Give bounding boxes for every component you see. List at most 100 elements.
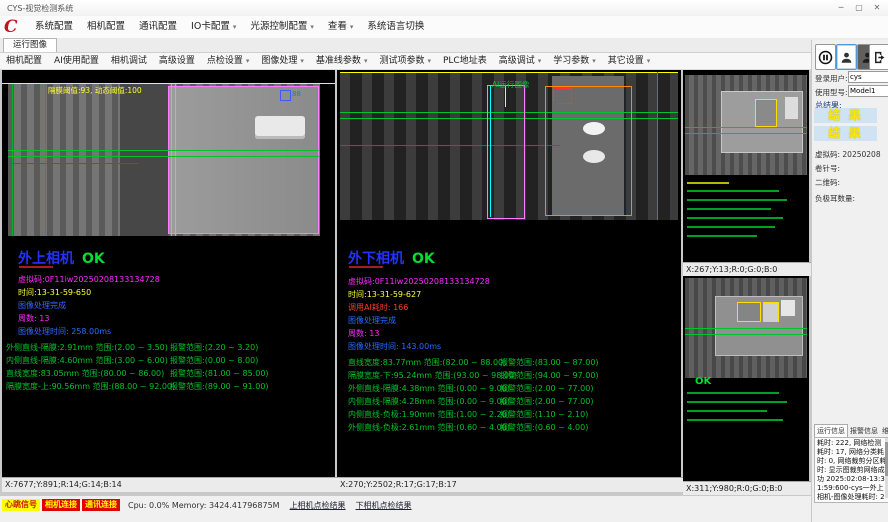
measurement-row: 隔膜宽度-下:95.24mm 范围:(93.00 ~ 98.00)报警范围:(9… xyxy=(348,370,678,383)
cyan-vline xyxy=(490,85,491,217)
model-input[interactable] xyxy=(848,85,888,97)
red-roi-box xyxy=(553,88,572,104)
login-user-button[interactable] xyxy=(836,44,857,70)
heartbeat-badge: 心跳信号 xyxy=(2,499,40,511)
yellow-roi-box xyxy=(755,99,777,127)
middle-camera-image[interactable]: AI运行图像 xyxy=(340,72,678,220)
menu-view[interactable]: 查看 xyxy=(321,16,361,38)
tool-image-process[interactable]: 图像处理 xyxy=(255,53,310,69)
cpu-memory-readout: Cpu: 0.0% Memory: 3424.41796875M xyxy=(128,501,280,510)
tab-run-info[interactable]: 运行信息 xyxy=(814,424,848,437)
measurement-row: 内侧直线-隔膜:4.28mm 范围:(0.00 ~ 9.00)报警范围:(2.0… xyxy=(348,396,678,409)
text-line xyxy=(687,182,729,184)
measurement-row: 直线宽度:83.05mm 范围:(80.00 ~ 86.00)报警范围:(81.… xyxy=(6,368,332,381)
user-icon xyxy=(839,50,854,65)
process-done-line: 图像处理完成 xyxy=(348,315,396,326)
lower-camera-check-link[interactable]: 下相机点检结果 xyxy=(356,500,412,511)
yellow-roi-box xyxy=(737,302,761,322)
measurement-row: 直线宽度:83.77mm 范围:(82.00 ~ 88.00)报警范围:(83.… xyxy=(348,357,678,370)
tab-code-info[interactable]: 维码信息 xyxy=(880,425,888,437)
menu-comm-config[interactable]: 通讯配置 xyxy=(132,16,184,38)
thumb-top-image[interactable] xyxy=(685,75,807,175)
magenta-roi-box xyxy=(487,85,525,219)
tool-plc-address[interactable]: PLC地址表 xyxy=(437,53,493,69)
measurement-row: 隔膜宽度-上:90.56mm 范围:(88.00 ~ 92.00)报警范围:(8… xyxy=(6,381,332,394)
menu-system-config[interactable]: 系统配置 xyxy=(28,16,80,38)
login-user-input[interactable] xyxy=(848,71,888,83)
close-icon[interactable]: ✕ xyxy=(868,1,886,14)
yellow-roi-box xyxy=(763,302,779,322)
thumb-bottom-pixel-coords: X:311;Y:980;R:0;G:0;B:0 xyxy=(683,481,812,495)
pin-number-label: 卷针号: xyxy=(815,163,840,174)
menu-language-switch[interactable]: 系统语言切换 xyxy=(360,16,431,38)
process-done-line: 图像处理完成 xyxy=(18,300,66,311)
text-line xyxy=(687,190,779,192)
menu-light-config[interactable]: 光源控制配置 xyxy=(243,16,321,38)
green-hline xyxy=(8,156,320,157)
left-panel-title: 外上相机OK xyxy=(18,248,105,268)
minimize-icon[interactable]: ─ xyxy=(832,1,850,14)
login-user-label: 登录用户: xyxy=(815,73,848,84)
middle-camera-panel: AI运行图像 外下相机OK 虚拟码:0F11iw2025020813313472… xyxy=(337,70,681,477)
maximize-icon[interactable]: ▢ xyxy=(850,1,868,14)
exit-button[interactable] xyxy=(869,44,888,70)
upper-camera-check-link[interactable]: 上相机点检结果 xyxy=(290,500,346,511)
info-tabs: 运行信息报警信息维码信息 xyxy=(814,424,888,437)
tool-other-settings[interactable]: 其它设置 xyxy=(602,53,657,69)
text-line xyxy=(687,410,767,412)
thumb-top-pixel-coords: X:267;Y:13;R:0;G:0;B:0 xyxy=(683,262,812,276)
left-camera-image[interactable]: 隔膜阈值:93, 动态阈值:100 88 xyxy=(8,84,320,236)
connector-part xyxy=(255,116,305,139)
tab-alarm-info[interactable]: 报警信息 xyxy=(848,425,880,437)
tool-spot-check[interactable]: 点检设置 xyxy=(201,53,256,69)
thumb-top-panel xyxy=(683,70,809,262)
cycle-line: 周数: 13 xyxy=(18,313,49,324)
tool-advanced-debug[interactable]: 高级调试 xyxy=(493,53,548,69)
result-box-2: 结 果 xyxy=(814,126,877,141)
dark-band xyxy=(120,84,168,236)
menu-camera-config[interactable]: 相机配置 xyxy=(80,16,132,38)
measurement-row: 外侧直线-隔膜:4.38mm 范围:(0.00 ~ 9.00)报警范围:(2.0… xyxy=(348,383,678,396)
tool-advanced-settings[interactable]: 高级设置 xyxy=(153,53,201,69)
process-time-line: 图像处理时间: 143.00ms xyxy=(348,341,441,352)
green-hline xyxy=(340,145,560,146)
process-time-line: 图像处理时间: 258.00ms xyxy=(18,326,111,337)
tool-test-params[interactable]: 测试项参数 xyxy=(373,53,437,69)
small-red-text-line xyxy=(349,266,383,268)
thumb-bottom-image[interactable] xyxy=(685,278,807,378)
green-hline xyxy=(685,334,807,335)
tool-camera-debug[interactable]: 相机调试 xyxy=(105,53,153,69)
tool-baseline-params[interactable]: 基准线参数 xyxy=(310,53,374,69)
ai-run-overlay-text: AI运行图像 xyxy=(492,79,529,90)
yellow-hline xyxy=(2,83,335,84)
text-line xyxy=(687,208,771,210)
camera-name: 外上相机 xyxy=(18,251,74,267)
text-line xyxy=(687,419,783,421)
status-bar: 心跳信号 相机连接 通讯连接 Cpu: 0.0% Memory: 3424.41… xyxy=(0,496,811,514)
tool-ai-use-config[interactable]: AI使用配置 xyxy=(48,53,105,69)
pause-icon xyxy=(818,50,833,65)
cyan-vline xyxy=(175,84,176,236)
middle-pixel-coords: X:270;Y:2502;R:17;G:17;B:17 xyxy=(337,477,684,492)
tool-learn-params[interactable]: 学习参数 xyxy=(547,53,602,69)
measurement-row: 外侧直线-负极:2.61mm 范围:(0.60 ~ 4.00)报警范围:(0.6… xyxy=(348,422,678,435)
barcode-line: 虚拟码:0F11iw20250208133134728 xyxy=(18,274,160,285)
threshold-overlay-text: 隔膜阈值:93, 动态阈值:100 xyxy=(48,85,142,96)
exit-door-icon xyxy=(872,50,887,65)
green-vline xyxy=(45,84,46,236)
tool-camera-config[interactable]: 相机配置 xyxy=(0,53,48,69)
text-line xyxy=(687,217,783,219)
time-line: 时间:13-31-59-650 xyxy=(18,287,91,298)
result-box-1: 结 果 xyxy=(814,108,877,123)
model-label: 使用型号: xyxy=(815,87,848,98)
app-logo: C xyxy=(4,17,24,37)
time-line: 时间:13-31-59-627 xyxy=(348,289,421,300)
right-sidebar: 登录用户: 使用型号: 总结果: 结 果 结 果 虚拟码: 20250208 卷… xyxy=(811,40,888,522)
yellow-hline xyxy=(340,72,678,73)
pause-button[interactable] xyxy=(815,44,836,70)
tab-run-image[interactable]: 运行图像 xyxy=(3,38,57,52)
text-line xyxy=(687,392,779,394)
menu-io-config[interactable]: IO卡配置 xyxy=(184,16,243,38)
tab-count-label: 负极耳数量: xyxy=(815,193,855,204)
green-hline xyxy=(8,150,320,151)
